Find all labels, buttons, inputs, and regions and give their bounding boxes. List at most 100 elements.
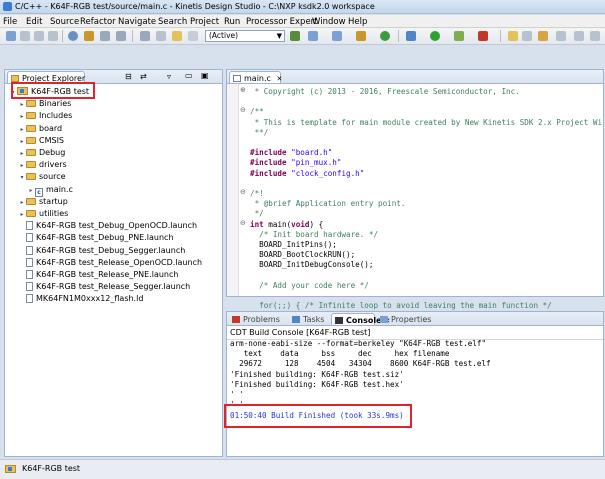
external-tools-icon[interactable] [454, 31, 464, 41]
build-settings-icon[interactable] [68, 31, 78, 41]
build-config-select[interactable]: (Active) ▼ [205, 30, 285, 42]
save-icon[interactable] [20, 31, 30, 41]
tree-item[interactable]: K64F-RGB test_Debug_OpenOCD.launch [18, 220, 197, 232]
expand-toggle-icon[interactable]: ▸ [18, 160, 26, 172]
menu-processor-expert[interactable]: Processor Expert [246, 17, 318, 27]
folder-icon [26, 112, 36, 120]
fold-toggle-icon[interactable]: ⊕ [240, 86, 246, 94]
stop-icon[interactable] [478, 31, 488, 41]
debug-config-icon[interactable] [116, 31, 126, 41]
expand-toggle-icon[interactable]: ▸ [18, 209, 26, 221]
folder-icon [26, 161, 36, 169]
expand-toggle-icon[interactable]: ▸ [18, 99, 26, 111]
menu-search[interactable]: Search [158, 17, 187, 27]
sparkle-icon[interactable] [172, 31, 182, 41]
tree-item-label: Binaries [39, 99, 72, 109]
nav-back-icon[interactable] [556, 31, 566, 41]
menu-project[interactable]: Project [190, 17, 219, 27]
tree-item[interactable]: ▸ CMSIS [18, 135, 64, 147]
fold-toggle-icon[interactable]: ⊖ [240, 219, 246, 227]
project-icon [5, 465, 16, 473]
toolbar-separator [500, 30, 501, 42]
expand-toggle-icon[interactable]: ▸ [18, 148, 26, 160]
window-title: C/C++ - K64F-RGB test/source/main.c - Ki… [15, 2, 375, 11]
perspective-icon[interactable] [590, 31, 600, 41]
tree-item-label: K64F-RGB test_Debug_Segger.launch [36, 245, 186, 255]
tree-item[interactable]: ▸ Binaries [18, 98, 71, 110]
code-token: **/ [250, 127, 269, 137]
title-bar: C/C++ - K64F-RGB test/source/main.c - Ki… [0, 0, 605, 14]
fold-toggle-icon[interactable]: ⊖ [240, 188, 246, 196]
minimize-icon[interactable]: ▭ [185, 71, 193, 80]
expand-toggle-icon[interactable]: ▾ [18, 172, 26, 184]
open-type-icon[interactable] [508, 31, 518, 41]
toolbar-separator [132, 30, 133, 42]
toggle-icon[interactable] [156, 31, 166, 41]
folder-icon [26, 210, 36, 217]
folder-icon [26, 173, 36, 181]
menu-source[interactable]: Source [50, 17, 79, 27]
tree-item-label: main.c [46, 184, 73, 194]
folder-icon [26, 149, 36, 156]
menu-run[interactable]: Run [224, 17, 240, 27]
tree-item[interactable]: K64F-RGB test_Release_PNE.launch [18, 269, 178, 281]
collapse-all-icon[interactable]: ⊟ [125, 72, 132, 81]
expand-toggle-icon[interactable]: ▸ [18, 111, 26, 123]
tree-item[interactable]: ▸ c main.c [27, 184, 73, 197]
pen-icon[interactable] [538, 31, 548, 41]
tree-item[interactable]: K64F-RGB test_Debug_Segger.launch [18, 245, 185, 257]
build-icon[interactable] [84, 31, 94, 41]
menu-refactor[interactable]: Refactor [80, 17, 116, 27]
menu-file[interactable]: File [3, 17, 17, 27]
tree-item[interactable]: ▸ board [18, 123, 62, 135]
code-token: "clock_config.h" [291, 168, 365, 178]
code-token: #include [250, 158, 292, 168]
tree-item[interactable]: ▸ Debug [18, 147, 65, 159]
highlight-box-project [11, 82, 95, 99]
expand-toggle-icon[interactable]: ▸ [27, 185, 35, 197]
open-element-icon[interactable] [522, 31, 532, 41]
menu-edit[interactable]: Edit [26, 17, 42, 27]
console-line: 'Finished building: K64F-RGB test.hex' [230, 379, 404, 389]
expand-toggle-icon[interactable]: ▸ [18, 197, 26, 209]
search-icon[interactable] [140, 31, 150, 41]
link-editor-icon[interactable]: ⇄ [140, 72, 147, 81]
tree-item[interactable]: ▾ source [18, 171, 65, 184]
new-icon[interactable] [6, 31, 16, 41]
new-folder-icon[interactable] [332, 31, 342, 41]
print-icon[interactable] [48, 31, 58, 41]
maximize-icon[interactable]: ▣ [201, 71, 209, 80]
tree-item[interactable]: MK64FN1M0xxx12_flash.ld [18, 293, 143, 305]
nav-forward-icon[interactable] [574, 31, 584, 41]
expand-toggle-icon[interactable]: ▸ [18, 136, 26, 148]
tree-item[interactable]: ▸ startup [18, 196, 67, 209]
highlight-box-build-finished [224, 404, 412, 428]
fold-toggle-icon[interactable]: ⊖ [240, 106, 246, 114]
refresh-icon[interactable] [380, 31, 390, 41]
new-class-icon[interactable] [308, 31, 318, 41]
folder-icon [26, 136, 36, 144]
clean-icon[interactable] [100, 31, 110, 41]
tree-item[interactable]: ▸ utilities [18, 208, 68, 220]
tree-item[interactable]: ▸ Includes [18, 110, 72, 122]
tree-item[interactable]: K64F-RGB test_Release_OpenOCD.launch [18, 257, 202, 269]
hex-icon[interactable] [188, 31, 198, 41]
save-all-icon[interactable] [34, 31, 44, 41]
view-menu-icon[interactable]: ▿ [167, 72, 171, 81]
code-line: for(;;) { /* Infinite loop to avoid leav… [250, 300, 552, 311]
expand-toggle-icon[interactable]: ▸ [18, 124, 26, 136]
debug-icon[interactable] [406, 31, 416, 41]
tree-item[interactable]: K64F-RGB test_Release_Segger.launch [18, 281, 190, 293]
tree-item[interactable]: ▸ drivers [18, 159, 66, 172]
menu-navigate[interactable]: Navigate [118, 17, 156, 27]
processor-expert-icon[interactable] [290, 31, 300, 41]
tree-item-label: K64F-RGB test_Release_OpenOCD.launch [36, 257, 203, 267]
menu-help[interactable]: Help [348, 17, 367, 27]
tree-item[interactable]: K64F-RGB test_Debug_PNE.launch [18, 232, 174, 244]
run-icon[interactable] [430, 31, 440, 41]
menu-window[interactable]: Window [312, 17, 346, 27]
c-file-icon [233, 75, 241, 82]
project-explorer-tabstrip: Project Explorer ⊟ ⇄ ▿ ▭ ▣ [4, 69, 223, 84]
new-source-icon[interactable] [356, 31, 366, 41]
close-icon[interactable]: ✕ [276, 75, 282, 83]
